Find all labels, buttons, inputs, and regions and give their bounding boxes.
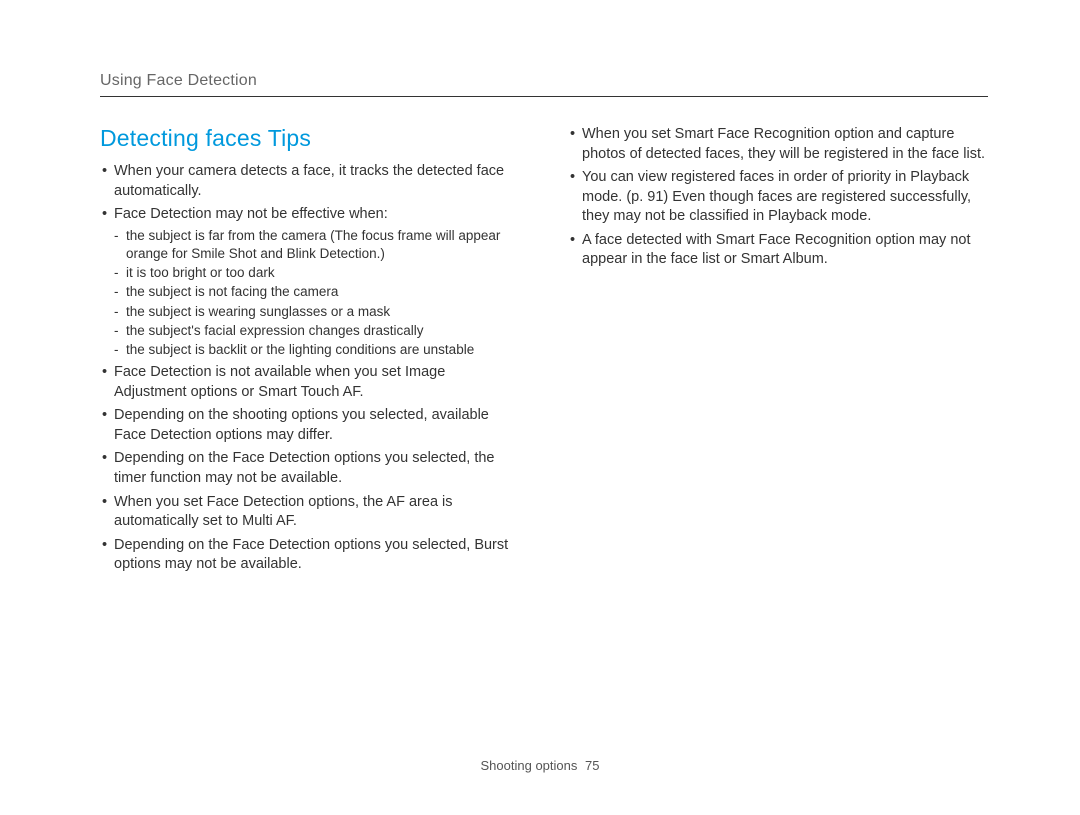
bullet-text: When your camera detects a face, it trac…: [114, 163, 504, 199]
bullet-item: When you set Face Detection options, the…: [100, 493, 520, 532]
bullet-item: A face detected with Smart Face Recognit…: [568, 231, 988, 270]
bullet-text: Depending on the shooting options you se…: [114, 407, 489, 443]
dash-item: it is too bright or too dark: [114, 264, 520, 282]
manual-page: Using Face Detection Detecting faces Tip…: [0, 0, 1080, 579]
dash-item: the subject's facial expression changes …: [114, 322, 520, 340]
page-heading: Detecting faces Tips: [100, 125, 520, 152]
bullet-item: You can view registered faces in order o…: [568, 168, 988, 227]
bullet-text: Face Detection may not be effective when…: [114, 206, 388, 222]
bullet-item: Depending on the Face Detection options …: [100, 536, 520, 575]
content-columns: Detecting faces Tips When your camera de…: [100, 125, 988, 579]
bullet-text: Face Detection is not available when you…: [114, 364, 445, 400]
left-column: Detecting faces Tips When your camera de…: [100, 125, 520, 579]
bullet-text: Depending on the Face Detection options …: [114, 450, 494, 486]
bullet-item: Face Detection is not available when you…: [100, 363, 520, 402]
footer-section-label: Shooting options: [481, 758, 578, 773]
dash-item: the subject is not facing the camera: [114, 283, 520, 301]
bullet-item: When you set Smart Face Recognition opti…: [568, 125, 988, 164]
bullet-item: When your camera detects a face, it trac…: [100, 162, 520, 201]
left-bullet-list: When your camera detects a face, it trac…: [100, 162, 520, 575]
dash-item: the subject is far from the camera (The …: [114, 227, 520, 263]
bullet-text: A face detected with Smart Face Recognit…: [582, 232, 971, 268]
dash-item: the subject is backlit or the lighting c…: [114, 341, 520, 359]
bullet-text: Depending on the Face Detection options …: [114, 537, 508, 573]
bullet-text: When you set Smart Face Recognition opti…: [582, 126, 985, 162]
dash-sublist: the subject is far from the camera (The …: [114, 227, 520, 360]
bullet-text: When you set Face Detection options, the…: [114, 494, 453, 530]
bullet-item: Face Detection may not be effective when…: [100, 205, 520, 359]
bullet-item: Depending on the shooting options you se…: [100, 406, 520, 445]
right-bullet-list: When you set Smart Face Recognition opti…: [568, 125, 988, 270]
right-column: When you set Smart Face Recognition opti…: [568, 125, 988, 579]
bullet-text: You can view registered faces in order o…: [582, 169, 971, 224]
bullet-item: Depending on the Face Detection options …: [100, 449, 520, 488]
page-footer: Shooting options 75: [0, 758, 1080, 773]
section-label: Using Face Detection: [100, 72, 988, 97]
dash-item: the subject is wearing sunglasses or a m…: [114, 303, 520, 321]
footer-page-number: 75: [585, 758, 599, 773]
